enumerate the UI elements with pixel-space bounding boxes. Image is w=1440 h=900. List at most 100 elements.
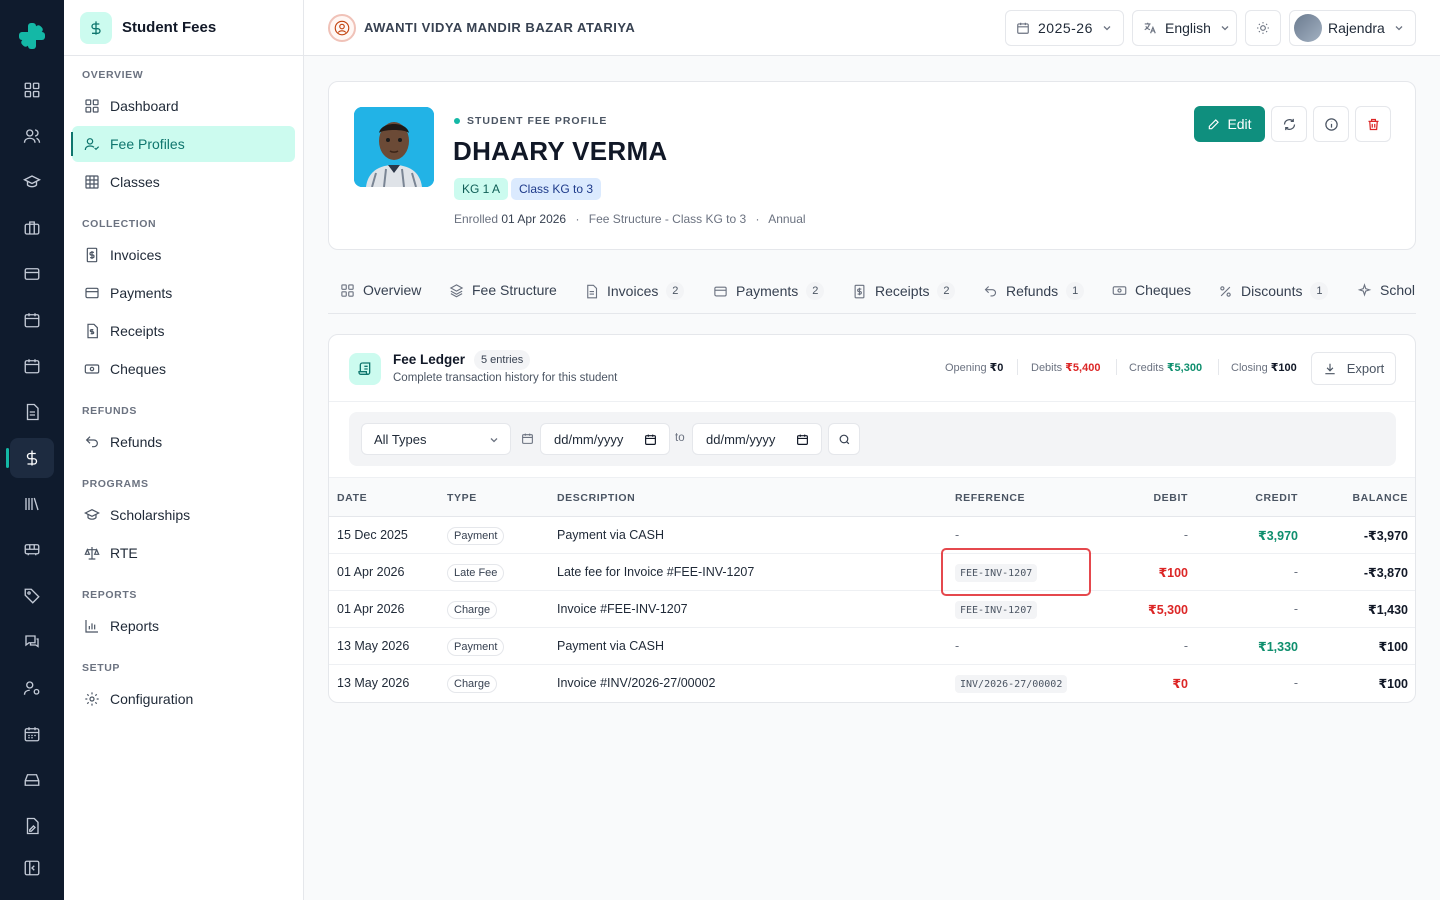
school-name: AWANTI VIDYA MANDIR BAZAR ATARIYA <box>364 20 636 35</box>
reference-badge[interactable]: INV/2026-27/00002 <box>955 675 1068 693</box>
rail-library-icon[interactable] <box>10 484 54 524</box>
tab-label: Overview <box>363 282 422 298</box>
user-check-icon <box>84 136 100 152</box>
type-badge: Payment <box>447 527 505 545</box>
export-button[interactable]: Export <box>1311 352 1396 385</box>
rail-calendar-alt-icon[interactable] <box>10 346 54 386</box>
academic-year-selector[interactable]: 2025-26 <box>1005 10 1124 46</box>
rail-briefcase-icon[interactable] <box>10 208 54 248</box>
cell-description: Invoice #FEE-INV-1207 <box>557 602 688 616</box>
tab-invoices[interactable]: Invoices 2 <box>584 282 685 300</box>
table-row[interactable]: 01 Apr 2026 Late Fee Late fee for Invoic… <box>329 554 1415 591</box>
summary-closing-value: ₹100 <box>1270 362 1297 374</box>
translate-icon <box>1143 21 1157 35</box>
tab-fee-structure[interactable]: Fee Structure <box>449 282 557 298</box>
sidebar-item-invoices[interactable]: Invoices <box>72 237 295 273</box>
delete-button[interactable] <box>1355 106 1391 142</box>
tab-label: Schol <box>1380 282 1416 298</box>
date-from-input[interactable]: dd/mm/yyyy <box>540 423 670 455</box>
table-row[interactable]: 01 Apr 2026 Charge Invoice #FEE-INV-1207… <box>329 591 1415 628</box>
rail-document-icon[interactable] <box>10 392 54 432</box>
export-button-label: Export <box>1346 361 1385 376</box>
table-row[interactable]: 13 May 2026 Charge Invoice #INV/2026-27/… <box>329 665 1415 702</box>
tab-scholarships[interactable]: Schol <box>1357 282 1415 298</box>
page-title: DHAARY VERMA <box>453 136 668 166</box>
type-badge: Charge <box>447 601 498 619</box>
rail-user-settings-icon[interactable] <box>10 668 54 708</box>
refresh-button[interactable] <box>1271 106 1307 142</box>
rail-storage-icon[interactable] <box>10 760 54 800</box>
tab-overview[interactable]: Overview <box>340 282 421 298</box>
rail-collapse-icon[interactable] <box>10 848 54 888</box>
type-filter-select[interactable]: All Types <box>361 423 511 455</box>
info-button[interactable] <box>1313 106 1349 142</box>
sidebar-item-label: Dashboard <box>110 98 179 114</box>
sidebar-item-dashboard[interactable]: Dashboard <box>72 88 295 124</box>
profile-tabs: Overview Fee Structure Invoices 2 Paymen… <box>328 272 1416 314</box>
rail-card-icon[interactable] <box>10 254 54 294</box>
calendar-picker-icon[interactable] <box>644 433 657 446</box>
summary-credits-value: ₹5,300 <box>1166 362 1203 374</box>
sidebar-item-configuration[interactable]: Configuration <box>72 681 295 717</box>
rail-dashboard-icon[interactable] <box>10 70 54 110</box>
cell-reference: - <box>955 639 960 653</box>
tab-receipts[interactable]: Receipts 2 <box>852 282 956 300</box>
sidebar-item-reports[interactable]: Reports <box>72 608 295 644</box>
info-icon <box>1324 117 1339 132</box>
sidebar-item-cheques[interactable]: Cheques <box>72 351 295 387</box>
summary-divider <box>1017 359 1018 375</box>
rail-graduation-icon[interactable] <box>10 162 54 202</box>
summary-divider <box>1218 359 1219 375</box>
edit-button[interactable]: Edit <box>1194 106 1265 142</box>
sidebar-item-fee-profiles[interactable]: Fee Profiles <box>71 126 295 162</box>
credit-card-icon <box>84 285 100 301</box>
rail-file-edit-icon[interactable] <box>10 806 54 846</box>
rail-chat-icon[interactable] <box>10 622 54 662</box>
summary-debits: Debits ₹5,400 <box>1031 361 1100 374</box>
cell-date: 01 Apr 2026 <box>337 565 405 579</box>
search-button[interactable] <box>828 423 860 455</box>
table-row[interactable]: 15 Dec 2025 Payment Payment via CASH - -… <box>329 517 1415 554</box>
summary-opening-label: Opening <box>945 362 987 374</box>
sidebar-item-label: Invoices <box>110 247 162 263</box>
profile-meta: Enrolled 01 Apr 2026 · Fee Structure - C… <box>454 212 806 226</box>
language-selector[interactable]: English <box>1132 10 1237 46</box>
rail-dollar-icon[interactable] <box>6 438 54 478</box>
invoice-icon <box>852 284 867 299</box>
sidebar-item-scholarships[interactable]: Scholarships <box>72 497 295 533</box>
rail-calendar-icon[interactable] <box>10 300 54 340</box>
calendar-picker-icon[interactable] <box>796 433 809 446</box>
date-from-value: dd/mm/yyyy <box>554 431 624 447</box>
sidebar-item-payments[interactable]: Payments <box>72 275 295 311</box>
section-setup: SETUP <box>82 662 121 674</box>
tab-refunds[interactable]: Refunds 1 <box>983 282 1085 300</box>
table-row[interactable]: 13 May 2026 Payment Payment via CASH - -… <box>329 628 1415 665</box>
reference-badge[interactable]: FEE-INV-1207 <box>955 601 1038 619</box>
theme-toggle-button[interactable] <box>1245 10 1281 46</box>
rail-tag-icon[interactable] <box>10 576 54 616</box>
app-logo-icon[interactable] <box>18 22 46 50</box>
rail-users-icon[interactable] <box>10 116 54 156</box>
type-filter-value: All Types <box>374 431 427 447</box>
rail-schedule-icon[interactable] <box>10 714 54 754</box>
sidebar-item-rte[interactable]: RTE <box>72 535 295 571</box>
profile-eyebrow-text: STUDENT FEE PROFILE <box>467 115 608 127</box>
undo-icon <box>983 284 998 299</box>
grid-icon <box>340 283 355 298</box>
sidebar-item-receipts[interactable]: Receipts <box>72 313 295 349</box>
type-badge: Charge <box>447 675 498 693</box>
column-header-balance: BALANCE <box>1352 492 1408 504</box>
sidebar-item-classes[interactable]: Classes <box>72 164 295 200</box>
tab-payments[interactable]: Payments 2 <box>713 282 825 300</box>
rail-bus-icon[interactable] <box>10 530 54 570</box>
tab-discounts[interactable]: Discounts 1 <box>1218 282 1329 300</box>
tab-cheques[interactable]: Cheques <box>1112 282 1191 298</box>
module-sidebar: Student Fees OVERVIEW Dashboard Fee Prof… <box>64 0 304 900</box>
date-to-input[interactable]: dd/mm/yyyy <box>692 423 822 455</box>
graduation-cap-icon <box>84 507 100 523</box>
section-reports: REPORTS <box>82 589 137 601</box>
sidebar-item-refunds[interactable]: Refunds <box>72 424 295 460</box>
column-header-debit: DEBIT <box>1153 492 1188 504</box>
type-badge: Late Fee <box>447 564 505 582</box>
user-menu[interactable]: Rajendra <box>1289 10 1416 46</box>
